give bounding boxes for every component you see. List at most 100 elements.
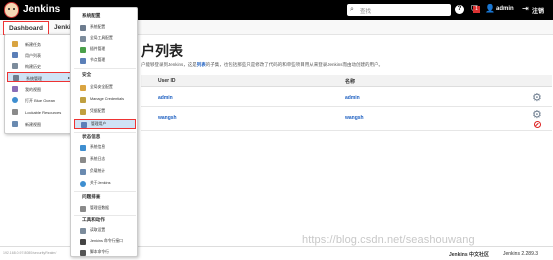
submenu-item-nodes[interactable]: 节点管理 <box>74 56 136 65</box>
submenu-item-reload-config[interactable]: 读取设置 <box>74 226 136 235</box>
wrench-icon <box>80 35 86 42</box>
menu-item-label: 新建视图 <box>25 121 41 127</box>
submenu-item-manage-credentials[interactable]: Manage Credentials <box>74 95 136 104</box>
user-id-link[interactable]: admin <box>158 95 173 101</box>
breadcrumb-dashboard[interactable]: Dashboard <box>3 21 49 35</box>
community-link[interactable]: Jenkins 中文社区 <box>449 251 489 258</box>
user-link[interactable]: admin <box>496 6 514 12</box>
menu-item-label: 我的视图 <box>25 86 41 92</box>
submenu-item-system-log[interactable]: 系统日志 <box>74 155 136 164</box>
section-heading: 问题排查 <box>82 194 101 199</box>
jenkins-logo-icon[interactable] <box>4 2 19 18</box>
logout-icon[interactable]: ⇥ <box>522 4 529 13</box>
dashboard-dropdown-menu: 新建任务 用户列表 构建历史 系统管理 ▸ 我的视图 打开 Blue Ocean… <box>4 34 75 134</box>
submenu-item-label: 管理旧数据 <box>90 206 109 210</box>
monitor-icon <box>80 144 86 151</box>
menu-item-new-view[interactable]: 新建视图 <box>7 119 74 129</box>
user-icon[interactable]: 👤 <box>485 4 495 13</box>
submenu-item-about[interactable]: 关于Jenkins <box>74 179 136 188</box>
desc-suffix: 的子集，也包括那些只是修改了代码的和单些项目用从来登录Jenkins而由动创建的… <box>205 62 384 67</box>
menu-item-manage-jenkins[interactable]: 系统管理 ▸ <box>7 72 74 82</box>
submenu-item-configure-system[interactable]: 系统配置 <box>74 23 136 32</box>
computer-icon <box>80 57 86 64</box>
status-url: 192.168.0.97:8080/securityRealm/ <box>3 251 57 255</box>
submenu-item-script-console[interactable]: 脚本命令行 <box>74 248 136 256</box>
user-id-link[interactable]: wangsh <box>158 115 177 121</box>
brand-title[interactable]: Jenkins <box>23 4 60 15</box>
help-icon[interactable]: ? <box>455 5 464 14</box>
key-icon <box>80 108 86 115</box>
menu-item-people[interactable]: 用户列表 <box>7 50 74 60</box>
version-label[interactable]: Jenkins 2.289.3 <box>503 251 538 257</box>
manage-jenkins-submenu: 系统配置 系统配置 全局工具配置 插件管理 节点管理 安全 全局安全配置 Man… <box>70 7 138 257</box>
submenu-item-credential-config[interactable]: 凭据配置 <box>74 107 136 116</box>
configure-gear-icon[interactable]: ⚙ <box>532 108 542 121</box>
user-name-link[interactable]: admin <box>345 95 360 101</box>
configure-gear-icon[interactable]: ⚙ <box>532 91 542 104</box>
reload-icon <box>80 227 86 234</box>
search-input[interactable]: ⌕ 查找 <box>347 4 451 16</box>
submenu-item-system-info[interactable]: 系统信息 <box>74 143 136 152</box>
menu-item-label: 打开 Blue Ocean <box>25 97 56 103</box>
submenu-item-label: 系统信息 <box>90 145 106 149</box>
menu-item-new-job[interactable]: 新建任务 <box>7 39 74 49</box>
folder-icon <box>12 121 18 127</box>
search-icon: ⌕ <box>350 6 354 13</box>
new-job-icon <box>12 41 18 47</box>
menu-item-label: 系统管理 <box>26 75 42 81</box>
section-heading: 系统配置 <box>82 13 101 18</box>
submenu-item-global-tools[interactable]: 全局工具配置 <box>74 34 136 43</box>
submenu-item-label: 系统日志 <box>90 157 106 161</box>
submenu-item-label: 系统配置 <box>90 25 106 29</box>
delete-user-icon[interactable] <box>534 121 541 128</box>
page-description: 户能够登录到Jenkins，这是列表的子集，也包括那些只是修改了代码的和单些项目… <box>141 62 383 68</box>
lock-icon <box>12 109 18 115</box>
alert-count-badge[interactable]: 1 <box>473 6 480 13</box>
build-history-icon <box>12 63 18 69</box>
menu-item-label: 新建任务 <box>25 41 41 47</box>
submenu-item-label: 读取设置 <box>90 228 106 232</box>
logout-link[interactable]: 注销 <box>532 6 544 15</box>
menu-item-my-views[interactable]: 我的视图 <box>7 84 74 94</box>
page-title: 户列表 <box>141 43 183 59</box>
menu-item-label: 用户列表 <box>25 52 41 58</box>
menu-item-label: 构建历史 <box>25 63 41 69</box>
submenu-item-global-security[interactable]: 全局安全配置 <box>74 83 136 92</box>
column-user-id[interactable]: User ID <box>158 75 176 87</box>
submenu-item-label: 插件管理 <box>90 47 106 51</box>
submenu-item-load-stats[interactable]: 负载统计 <box>74 167 136 176</box>
people-icon <box>12 52 18 58</box>
my-views-icon <box>12 86 18 92</box>
menu-item-build-history[interactable]: 构建历史 <box>7 61 74 71</box>
watermark: https://blog.csdn.net/seashouwang <box>302 234 475 246</box>
submenu-item-label: 关于Jenkins <box>90 181 111 185</box>
submenu-item-label: 管理用户 <box>91 122 107 126</box>
submenu-item-old-data[interactable]: 管理旧数据 <box>74 204 136 213</box>
desc-prefix: 户能够登录到Jenkins，这是 <box>141 62 197 67</box>
column-name[interactable]: 名称 <box>345 75 355 87</box>
archive-icon <box>80 205 86 212</box>
menu-item-blue-ocean[interactable]: 打开 Blue Ocean <box>7 95 74 105</box>
gear-icon <box>80 24 86 31</box>
submenu-item-plugins[interactable]: 插件管理 <box>74 45 136 54</box>
menu-item-label: Lockable Resources <box>25 109 62 115</box>
submenu-item-label: 负载统计 <box>90 169 106 173</box>
submenu-item-label: Manage Credentials <box>90 97 124 101</box>
search-placeholder: 查找 <box>360 9 372 15</box>
desc-link[interactable]: 列表 <box>197 62 206 67</box>
submenu-item-manage-users[interactable]: 管理用户 <box>74 119 136 129</box>
terminal-icon <box>80 238 86 245</box>
submenu-item-label: 全局安全配置 <box>90 85 113 89</box>
section-heading: 状态信息 <box>82 134 101 139</box>
menu-item-lockable-resources[interactable]: Lockable Resources <box>7 107 74 117</box>
submenu-item-label: 节点管理 <box>90 58 106 62</box>
submenu-item-cli[interactable]: Jenkins 命令行接口 <box>74 237 136 246</box>
gear-icon <box>13 75 19 81</box>
users-icon <box>81 121 87 128</box>
menu-divider <box>74 132 136 133</box>
blue-ocean-icon <box>12 97 18 103</box>
menu-divider <box>74 191 136 192</box>
user-name-link[interactable]: wangsh <box>345 115 364 121</box>
section-heading: 工具和动作 <box>82 217 105 222</box>
clipboard-icon <box>80 156 86 163</box>
